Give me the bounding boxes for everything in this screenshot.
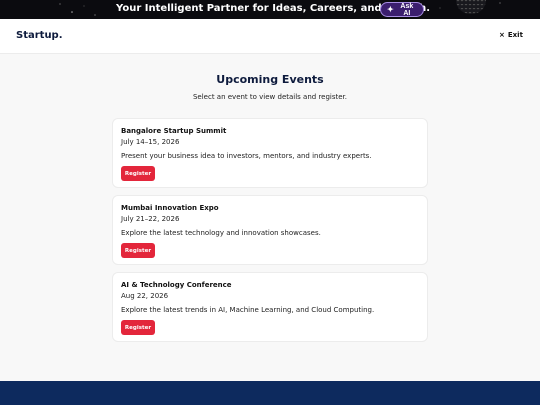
logo-dot: . — [58, 30, 63, 41]
logo[interactable]: Startup. — [16, 30, 63, 41]
event-card: Mumbai Innovation Expo July 21–22, 2026 … — [112, 195, 428, 265]
ask-ai-label: Ask AI — [400, 2, 414, 17]
top-banner: Your Intelligent Partner for Ideas, Care… — [0, 0, 540, 19]
register-button[interactable]: Register — [121, 320, 155, 335]
page-subtitle: Select an event to view details and regi… — [192, 93, 348, 101]
exit-button[interactable]: × Exit — [499, 31, 523, 39]
page-title: Upcoming Events — [216, 73, 324, 86]
event-name: Mumbai Innovation Expo — [121, 204, 219, 212]
sparkle-icon: ✦ — [387, 5, 394, 14]
site-header: Startup. × Exit — [0, 19, 540, 54]
site-footer — [0, 381, 540, 405]
event-date: July 21–22, 2026 — [121, 215, 180, 223]
event-name: AI & Technology Conference — [121, 281, 232, 289]
event-card: Bangalore Startup Summit July 14–15, 202… — [112, 118, 428, 188]
logo-text: Startup — [16, 30, 59, 41]
event-description: Present your business idea to investors,… — [121, 152, 372, 160]
register-button[interactable]: Register — [121, 166, 155, 181]
ask-ai-button[interactable]: ✦ Ask AI — [380, 2, 424, 17]
event-date: Aug 22, 2026 — [121, 292, 169, 300]
register-button[interactable]: Register — [121, 243, 155, 258]
event-date: July 14–15, 2026 — [121, 138, 180, 146]
event-description: Explore the latest technology and innova… — [121, 229, 321, 237]
event-name: Bangalore Startup Summit — [121, 127, 227, 135]
event-description: Explore the latest trends in AI, Machine… — [121, 306, 375, 314]
exit-label: Exit — [507, 31, 523, 39]
event-card: AI & Technology Conference Aug 22, 2026 … — [112, 272, 428, 342]
close-icon: × — [499, 31, 505, 39]
